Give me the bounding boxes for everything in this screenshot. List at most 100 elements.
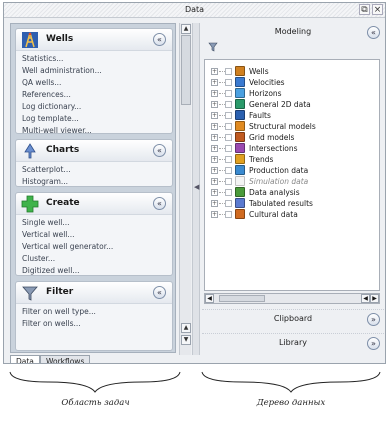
task-cluster[interactable]: Cluster... — [22, 253, 172, 265]
close-icon[interactable]: × — [372, 4, 383, 15]
tree-item[interactable]: + Trends — [209, 154, 377, 165]
expand-icon[interactable]: + — [211, 112, 218, 119]
simulation-data-icon — [235, 176, 245, 186]
section-library[interactable]: Library » — [202, 333, 384, 351]
task-pane-scrollbar[interactable]: ▲ ▲ ▼ — [179, 23, 191, 355]
group-filter: Filter « Filter on well type... Filter o… — [15, 281, 173, 351]
task-histogram[interactable]: Histogram... — [22, 176, 172, 188]
task-vertical-well[interactable]: Vertical well... — [22, 229, 172, 241]
scroll-down-icon[interactable]: ▼ — [181, 335, 191, 345]
tab-workflows[interactable]: Workflows — [40, 355, 91, 363]
expand-icon[interactable]: + — [211, 178, 218, 185]
pane-splitter[interactable]: ◀ — [192, 23, 200, 355]
tree-item[interactable]: + Velocities — [209, 77, 377, 88]
task-statistics[interactable]: Statistics... — [22, 53, 172, 65]
expand-icon[interactable]: + — [211, 90, 218, 97]
task-filter-on-wells[interactable]: Filter on wells... — [22, 318, 172, 330]
expand-library-icon[interactable]: » — [367, 337, 380, 350]
tree-item[interactable]: + Data analysis — [209, 187, 377, 198]
restore-icon[interactable]: ⧉ — [359, 4, 370, 15]
tree-filter-icon[interactable] — [208, 42, 218, 52]
tree-item[interactable]: + Grid models — [209, 132, 377, 143]
visibility-checkbox[interactable] — [225, 123, 232, 130]
tab-data[interactable]: Data — [10, 355, 40, 363]
expand-clipboard-icon[interactable]: » — [367, 313, 380, 326]
group-header-charts[interactable]: Charts « — [16, 140, 172, 162]
group-create: Create « Single well... Vertical well...… — [15, 192, 173, 276]
tree-item[interactable]: + Simulation data — [209, 176, 377, 187]
section-modeling[interactable]: Modeling « — [202, 23, 384, 41]
expand-icon[interactable]: + — [211, 79, 218, 86]
visibility-checkbox[interactable] — [225, 189, 232, 196]
scroll-left-icon[interactable]: ◀ — [361, 294, 370, 303]
expand-icon[interactable]: + — [211, 167, 218, 174]
collapse-left-icon[interactable]: ◀ — [194, 183, 199, 191]
expand-icon[interactable]: + — [211, 145, 218, 152]
scroll-thumb[interactable] — [181, 35, 191, 105]
expand-icon[interactable]: + — [211, 134, 218, 141]
section-clipboard[interactable]: Clipboard » — [202, 309, 384, 327]
group-header-create[interactable]: Create « — [16, 193, 172, 215]
group-title-wells: Wells — [46, 34, 74, 44]
visibility-checkbox[interactable] — [225, 112, 232, 119]
task-well-administration[interactable]: Well administration... — [22, 65, 172, 77]
collapse-wells-icon[interactable]: « — [153, 33, 166, 46]
task-log-template[interactable]: Log template... — [22, 113, 172, 125]
visibility-checkbox[interactable] — [225, 145, 232, 152]
task-qa-wells[interactable]: QA wells... — [22, 77, 172, 89]
tree-horizontal-scrollbar[interactable]: ◀ ◀ ▶ — [204, 293, 380, 304]
visibility-checkbox[interactable] — [225, 167, 232, 174]
collapse-modeling-icon[interactable]: « — [367, 26, 380, 39]
section-library-label: Library — [279, 338, 307, 347]
tree-item[interactable]: + Intersections — [209, 143, 377, 154]
task-scatterplot[interactable]: Scatterplot... — [22, 164, 172, 176]
task-vertical-well-generator[interactable]: Vertical well generator... — [22, 241, 172, 253]
wells-icon — [22, 32, 38, 48]
expand-icon[interactable]: + — [211, 68, 218, 75]
task-single-well[interactable]: Single well... — [22, 217, 172, 229]
expand-icon[interactable]: + — [211, 211, 218, 218]
visibility-checkbox[interactable] — [225, 79, 232, 86]
visibility-checkbox[interactable] — [225, 211, 232, 218]
tree-item[interactable]: + Faults — [209, 110, 377, 121]
visibility-checkbox[interactable] — [225, 134, 232, 141]
task-log-dictionary[interactable]: Log dictionary... — [22, 101, 172, 113]
tree-item[interactable]: + Structural models — [209, 121, 377, 132]
tree-item[interactable]: + Cultural data — [209, 209, 377, 220]
visibility-checkbox[interactable] — [225, 68, 232, 75]
task-pane: Wells « Statistics... Well administratio… — [10, 23, 176, 353]
expand-icon[interactable]: + — [211, 123, 218, 130]
expand-icon[interactable]: + — [211, 189, 218, 196]
group-title-create: Create — [46, 198, 80, 208]
task-references[interactable]: References... — [22, 89, 172, 101]
collapse-create-icon[interactable]: « — [153, 197, 166, 210]
scroll-left-icon[interactable]: ◀ — [205, 294, 214, 303]
visibility-checkbox[interactable] — [225, 156, 232, 163]
tree-item[interactable]: + General 2D data — [209, 99, 377, 110]
horizons-icon — [235, 88, 245, 98]
scroll-up-icon[interactable]: ▲ — [181, 24, 191, 34]
tree-item[interactable]: + Tabulated results — [209, 198, 377, 209]
expand-icon[interactable]: + — [211, 101, 218, 108]
scroll-thumb[interactable] — [219, 295, 265, 302]
group-header-wells[interactable]: Wells « — [16, 29, 172, 51]
intersections-icon — [235, 143, 245, 153]
tree-item[interactable]: + Wells — [209, 66, 377, 77]
task-filter-on-well-type[interactable]: Filter on well type... — [22, 306, 172, 318]
scroll-right-icon[interactable]: ▶ — [370, 294, 379, 303]
scroll-up-icon[interactable]: ▲ — [181, 323, 191, 333]
task-multi-well-viewer[interactable]: Multi-well viewer... — [22, 125, 172, 137]
tree-item[interactable]: + Horizons — [209, 88, 377, 99]
tree-item[interactable]: + Production data — [209, 165, 377, 176]
visibility-checkbox[interactable] — [225, 178, 232, 185]
expand-icon[interactable]: + — [211, 156, 218, 163]
collapse-filter-icon[interactable]: « — [153, 286, 166, 299]
visibility-checkbox[interactable] — [225, 90, 232, 97]
visibility-checkbox[interactable] — [225, 200, 232, 207]
expand-icon[interactable]: + — [211, 200, 218, 207]
visibility-checkbox[interactable] — [225, 101, 232, 108]
task-digitized-well[interactable]: Digitized well... — [22, 265, 172, 277]
charts-icon — [24, 143, 36, 159]
group-header-filter[interactable]: Filter « — [16, 282, 172, 304]
collapse-charts-icon[interactable]: « — [153, 144, 166, 157]
